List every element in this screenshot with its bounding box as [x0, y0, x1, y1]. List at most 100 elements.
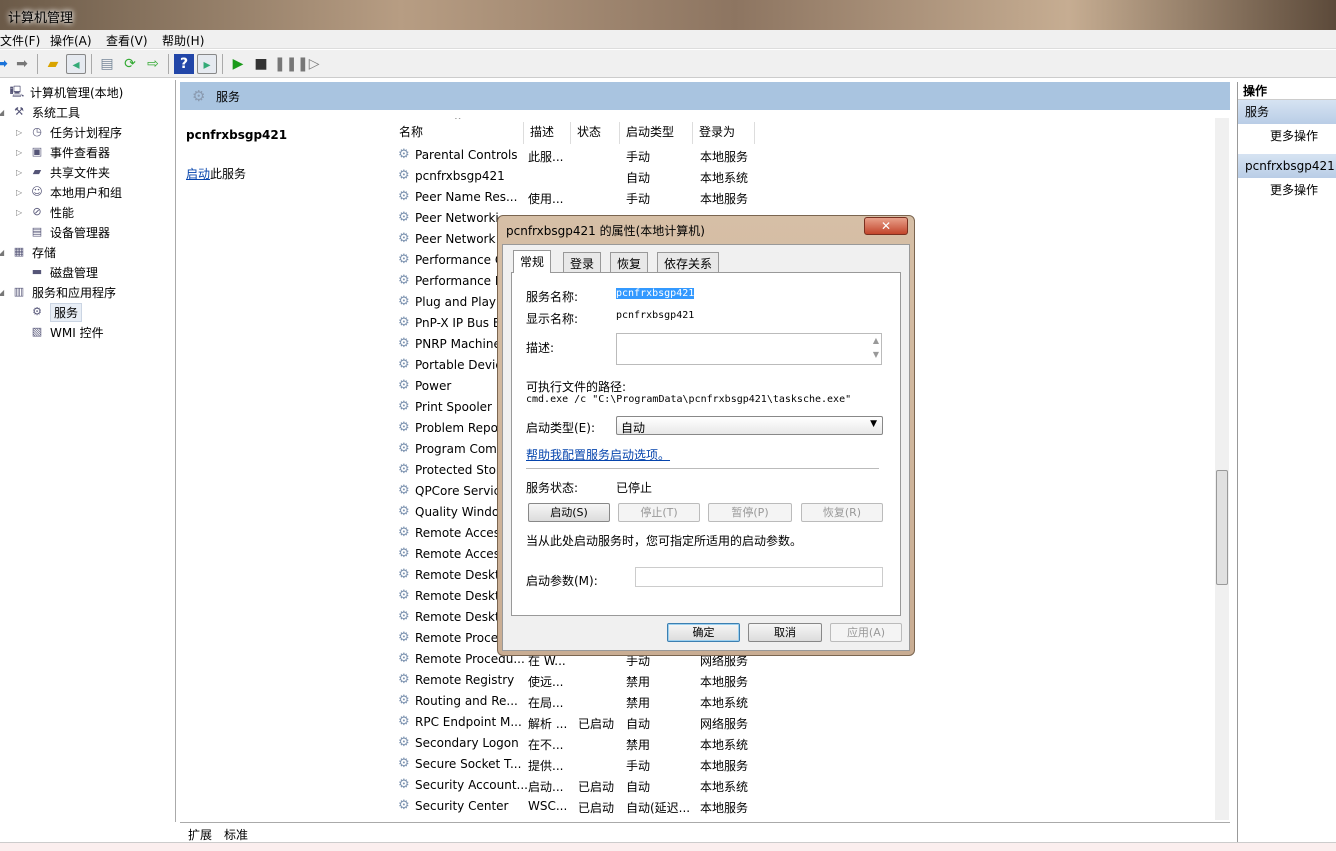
menu-help[interactable]: 帮助(H) — [162, 32, 204, 49]
back-icon[interactable]: ➡ — [0, 54, 12, 74]
column-status[interactable]: 状态 — [571, 122, 620, 144]
tab-standard[interactable]: 标准 — [224, 826, 248, 843]
tree-item[interactable]: ▧ WMI 控件 — [16, 323, 104, 341]
column-description[interactable]: 描述 — [524, 122, 571, 144]
more-actions-service[interactable]: 更多操作 — [1238, 178, 1336, 202]
help-icon[interactable]: ? — [174, 54, 194, 74]
expand-arrow-icon[interactable]: ◢ — [0, 288, 6, 297]
service-name: Portable Devic — [415, 358, 502, 372]
actions-section-services[interactable]: 服务 — [1238, 100, 1336, 124]
tree-item[interactable]: 🖳 计算机管理(本地) — [0, 83, 124, 101]
actions-section-service[interactable]: pcnfrxbsgp421 — [1238, 154, 1336, 178]
ok-button[interactable]: 确定 — [667, 623, 740, 642]
show-hide-action-pane-icon[interactable]: ▸ — [197, 54, 217, 74]
scrollbar-thumb[interactable] — [1216, 470, 1228, 585]
menu-view[interactable]: 查看(V) — [106, 32, 148, 49]
forward-icon[interactable]: ➡ — [12, 54, 32, 74]
service-gear-icon: ⚙ — [398, 651, 410, 666]
sort-ascending-icon: ^ — [454, 118, 462, 126]
table-row[interactable]: ⚙ Routing and Re... 在局... 禁用 本地系统 — [393, 691, 1213, 712]
service-gear-icon: ⚙ — [398, 735, 410, 750]
services-scrollbar[interactable] — [1215, 118, 1229, 820]
tree-item[interactable]: ◢ ▥ 服务和应用程序 — [0, 283, 116, 301]
device-manager-icon: ▤ — [31, 225, 43, 238]
stop-icon[interactable]: ■ — [251, 54, 271, 74]
tree-item[interactable]: ◢ ⚒ 系统工具 — [0, 103, 80, 121]
service-name: Secondary Logon — [415, 736, 519, 750]
expand-arrow-icon[interactable]: ◢ — [0, 108, 6, 117]
table-row[interactable]: ⚙ Security Center WSC... 已启动 自动(延迟... 本地服务 — [393, 796, 1213, 817]
service-name-value[interactable]: pcnfrxbsgp421 — [616, 288, 695, 299]
display-name-value[interactable]: pcnfrxbsgp421 — [616, 310, 694, 321]
service-status: 已启动 — [578, 780, 615, 794]
menu-file[interactable]: 文件(F) — [0, 32, 40, 49]
table-row[interactable]: ⚙ RPC Endpoint M... 解析 ... 已启动 自动 网络服务 — [393, 712, 1213, 733]
tree-item[interactable]: ▷ ☺ 本地用户和组 — [16, 183, 122, 201]
pause-button[interactable]: 暂停(P) — [708, 503, 792, 522]
table-row[interactable]: ⚙ Parental Controls 此服... 手动 本地服务 — [393, 145, 1213, 166]
table-row[interactable]: ⚙ Secure Socket T... 提供... 手动 本地服务 — [393, 754, 1213, 775]
apply-button[interactable]: 应用(A) — [830, 623, 902, 642]
column-startup-type[interactable]: 启动类型 — [620, 122, 693, 144]
tree-item[interactable]: ▷ ◷ 任务计划程序 — [16, 123, 122, 141]
service-name: Secure Socket T... — [415, 757, 522, 771]
properties-icon[interactable]: ▤ — [97, 54, 117, 74]
start-service-link[interactable]: 启动 — [186, 167, 210, 181]
tab-logon[interactable]: 登录 — [563, 252, 602, 272]
expand-arrow-icon[interactable]: ▷ — [16, 208, 24, 217]
table-row[interactable]: ⚙ Peer Name Res... 使用... 手动 本地服务 — [393, 187, 1213, 208]
tree-item[interactable]: ▷ ⊘ 性能 — [16, 203, 74, 221]
tree-item[interactable]: ⚙ 服务 — [16, 302, 83, 322]
tree-item[interactable]: ▷ ▰ 共享文件夹 — [16, 163, 110, 181]
startup-type-select[interactable]: 自动 ▼ — [616, 416, 883, 435]
refresh-icon[interactable]: ⟳ — [120, 54, 140, 74]
close-button[interactable]: ✕ — [864, 217, 908, 235]
start-button[interactable]: 启动(S) — [528, 503, 610, 522]
start-params-input[interactable] — [635, 567, 883, 587]
service-gear-icon: ⚙ — [398, 462, 410, 477]
column-log-on-as[interactable]: 登录为 — [693, 122, 755, 144]
menu-action[interactable]: 操作(A) — [50, 32, 92, 49]
console-tree: 🖳 计算机管理(本地) ◢ ⚒ 系统工具 ▷ ◷ 任务计划程序 ▷ ▣ 事件查看器 ▷ ▰ 共享文件夹 ▷ ☺… — [0, 80, 176, 822]
expand-arrow-icon[interactable]: ◢ — [0, 248, 6, 257]
play-icon[interactable]: ▶ — [228, 54, 248, 74]
tab-general[interactable]: 常规 — [513, 250, 552, 273]
expand-arrow-icon[interactable]: ▷ — [16, 148, 24, 157]
up-folder-icon[interactable]: ▰ — [43, 54, 63, 74]
expand-arrow-icon[interactable]: ▷ — [16, 128, 24, 137]
tree-item[interactable]: ▷ ▣ 事件查看器 — [16, 143, 110, 161]
tree-item-label: 服务 — [50, 302, 83, 322]
table-row[interactable]: ⚙ Secondary Logon 在不... 禁用 本地系统 — [393, 733, 1213, 754]
view-tabs: 扩展 标准 — [180, 822, 1230, 842]
stop-button[interactable]: 停止(T) — [618, 503, 700, 522]
expand-arrow-icon[interactable]: ▷ — [16, 188, 24, 197]
description-scroll-arrows[interactable]: ▲ ▼ — [873, 334, 879, 362]
tree-item-label: 共享文件夹 — [50, 165, 111, 180]
cancel-button[interactable]: 取消 — [748, 623, 822, 642]
tab-recovery[interactable]: 恢复 — [610, 252, 649, 272]
tree-item[interactable]: ◢ ▦ 存储 — [0, 243, 56, 261]
service-gear-icon: ⚙ — [398, 231, 410, 246]
export-list-icon[interactable]: ⇨ — [143, 54, 163, 74]
performance-icon: ⊘ — [32, 205, 42, 218]
expand-arrow-icon[interactable]: ▷ — [16, 168, 24, 177]
table-row[interactable]: ⚙ Remote Registry 使远... 禁用 本地服务 — [393, 670, 1213, 691]
storage-icon: ▦ — [13, 245, 25, 258]
show-hide-tree-icon[interactable]: ◂ — [66, 54, 86, 74]
table-row[interactable]: ⚙ pcnfrxbsgp421 自动 本地系统 — [393, 166, 1213, 187]
service-name: Performance L — [415, 274, 502, 288]
description-label: 描述: — [526, 341, 555, 355]
table-row[interactable]: ⚙ Security Account... 启动... 已启动 自动 本地系统 — [393, 775, 1213, 796]
tab-extended[interactable]: 扩展 — [188, 826, 212, 843]
description-field[interactable]: ▲ ▼ — [616, 333, 882, 365]
help-configure-link[interactable]: 帮助我配置服务启动选项。 — [526, 446, 670, 463]
tree-item[interactable]: ▬ 磁盘管理 — [16, 263, 98, 281]
more-actions-services[interactable]: 更多操作 — [1238, 124, 1336, 148]
resume-button[interactable]: 恢复(R) — [801, 503, 883, 522]
tab-dependencies[interactable]: 依存关系 — [657, 252, 720, 272]
tree-item[interactable]: ▤ 设备管理器 — [16, 223, 110, 241]
resume-icon[interactable]: ❚▷ — [297, 54, 320, 74]
pause-icon[interactable]: ❚❚ — [274, 54, 297, 74]
path-label: 可执行文件的路径: — [526, 380, 627, 394]
service-name: Print Spooler — [415, 400, 492, 414]
